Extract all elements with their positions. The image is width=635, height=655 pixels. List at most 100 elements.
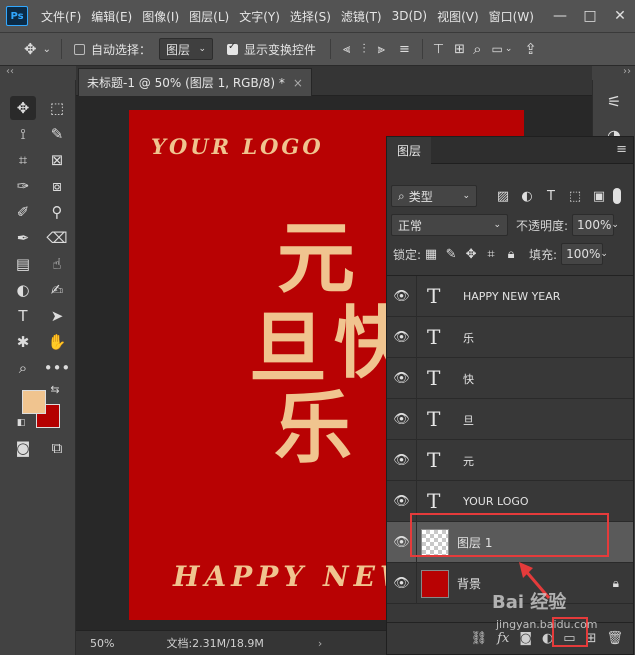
auto-select-checkbox[interactable] — [73, 43, 85, 55]
distribute-icon[interactable]: ≡ — [399, 42, 410, 57]
fx-icon[interactable]: fx — [497, 631, 509, 646]
visibility-eye-icon[interactable]: 👁︎ — [387, 563, 417, 604]
align-center-icon[interactable]: ⫶ — [362, 42, 365, 57]
swap-colors-icon[interactable]: ⇆ — [48, 382, 62, 396]
menu-type[interactable]: 文字(Y) — [234, 8, 285, 25]
trash-icon[interactable]: 🗑︎ — [606, 631, 623, 646]
path-select-icon[interactable]: ➤ — [44, 304, 70, 328]
layer-row-yuan[interactable]: 👁︎ T 元 — [387, 440, 633, 481]
restore-button[interactable]: □ — [575, 8, 605, 24]
type-tool-icon[interactable]: T — [10, 304, 36, 328]
lock-pixels-icon[interactable]: ✎ — [441, 247, 461, 262]
close-button[interactable]: ✕ — [605, 8, 635, 24]
document-tab[interactable]: 未标题-1 @ 50% (图层 1, RGB/8) * × — [78, 68, 312, 96]
text-layer-icon: T — [427, 489, 441, 513]
lock-artboard-icon[interactable]: ⌗ — [481, 247, 501, 262]
lock-transparency-icon[interactable]: ▦ — [421, 247, 441, 262]
smudge-tool-icon[interactable]: ☝ — [44, 252, 70, 276]
search-icon[interactable]: ⌕ — [473, 40, 481, 58]
right-panel-collapse[interactable]: ›› — [592, 66, 635, 80]
workspace-icon[interactable]: ▭ — [491, 42, 502, 56]
layer-list: 👁︎ T HAPPY NEW YEAR 👁︎ T 乐 👁︎ T 快 👁︎ T 旦… — [387, 275, 633, 616]
link-layers-icon[interactable]: ⛓ — [471, 631, 488, 646]
shape-tool-icon[interactable]: ✱ — [10, 330, 36, 354]
add-mask-icon[interactable]: ◙ — [519, 631, 532, 646]
align-left-icon[interactable]: ⫷ — [343, 42, 350, 57]
show-transform-checkbox[interactable] — [226, 41, 238, 55]
menu-image[interactable]: 图像(I) — [137, 8, 184, 25]
type-filter-icon[interactable]: T — [539, 189, 563, 204]
default-colors-icon[interactable]: ◧ — [14, 416, 28, 430]
hand-tool-icon[interactable]: ✋ — [44, 330, 70, 354]
layer-row-happy-new-year[interactable]: 👁︎ T HAPPY NEW YEAR — [387, 276, 633, 317]
lasso-tool-icon[interactable]: ⟟ — [10, 122, 36, 146]
lock-all-icon[interactable]: 🔒︎ — [501, 247, 521, 262]
zoom-tool-icon[interactable]: ⌕ — [10, 356, 36, 380]
eyedropper-icon[interactable]: ✑ — [10, 174, 36, 198]
menu-select[interactable]: 选择(S) — [285, 8, 336, 25]
frame-tool-icon[interactable]: ⊠ — [44, 148, 70, 172]
align-top-icon[interactable]: ⊤ — [433, 42, 444, 57]
panel-menu-icon[interactable]: ≡ — [616, 142, 627, 157]
filter-toggle[interactable] — [613, 188, 621, 204]
healing-brush-icon[interactable]: ⧇ — [44, 174, 70, 198]
move-tool-icon[interactable]: ✥ — [24, 40, 37, 58]
zoom-level[interactable]: 50% — [90, 637, 114, 650]
quick-mask-icon[interactable]: ◙ — [10, 436, 36, 460]
eraser-tool-icon[interactable]: ⌫ — [44, 226, 70, 250]
visibility-eye-icon[interactable]: 👁︎ — [387, 358, 417, 399]
auto-select-target-dropdown[interactable]: 图层 ⌄ — [158, 38, 213, 60]
lock-position-icon[interactable]: ✥ — [461, 247, 481, 262]
layer-row-dan[interactable]: 👁︎ T 旦 — [387, 399, 633, 440]
dodge-tool-icon[interactable]: ◐ — [10, 278, 36, 302]
visibility-eye-icon[interactable]: 👁︎ — [387, 276, 417, 317]
chevron-down-icon: ⌄ — [611, 220, 619, 230]
layer-row-kuai[interactable]: 👁︎ T 快 — [387, 358, 633, 399]
blend-mode-dropdown[interactable]: 正常 ⌄ — [391, 214, 508, 236]
minimize-button[interactable]: — — [545, 8, 575, 24]
screen-mode-icon[interactable]: ⧉ — [44, 436, 70, 460]
smart-object-filter-icon[interactable]: ▣ — [587, 189, 611, 204]
move-tool-icon[interactable]: ✥ — [10, 96, 36, 120]
layer-row-le[interactable]: 👁︎ T 乐 — [387, 317, 633, 358]
menu-filter[interactable]: 滤镜(T) — [336, 8, 387, 25]
menu-window[interactable]: 窗口(W) — [484, 8, 539, 25]
align-middle-icon[interactable]: ⊞ — [454, 42, 465, 57]
annotation-highlight-layer — [410, 513, 609, 557]
shape-filter-icon[interactable]: ⬚ — [563, 189, 587, 204]
share-icon[interactable]: ⇪ — [524, 40, 537, 58]
toolbar-collapse[interactable]: ‹‹ — [0, 66, 76, 80]
history-brush-icon[interactable]: ✒ — [10, 226, 36, 250]
marquee-tool-icon[interactable]: ⬚ — [44, 96, 70, 120]
foreground-color-swatch[interactable] — [22, 390, 46, 414]
visibility-eye-icon[interactable]: 👁︎ — [387, 317, 417, 358]
menu-view[interactable]: 视图(V) — [432, 8, 484, 25]
chevron-down-icon[interactable]: ⌄ — [505, 44, 513, 54]
align-right-icon[interactable]: ⫸ — [378, 42, 385, 57]
brush-tool-icon[interactable]: ✐ — [10, 200, 36, 224]
visibility-eye-icon[interactable]: 👁︎ — [387, 440, 417, 481]
chevron-down-icon[interactable]: ⌄ — [43, 44, 51, 55]
fill-field[interactable]: 100% ⌄ — [561, 243, 608, 265]
gradient-tool-icon[interactable]: ▤ — [10, 252, 36, 276]
stamp-tool-icon[interactable]: ⚲ — [44, 200, 70, 224]
menu-layer[interactable]: 图层(L) — [184, 8, 234, 25]
more-tools-icon[interactable]: ••• — [44, 356, 71, 380]
quick-select-icon[interactable]: ✎ — [44, 122, 70, 146]
crop-tool-icon[interactable]: ⌗ — [10, 148, 36, 172]
status-arrow-icon[interactable]: › — [318, 637, 322, 650]
tab-layers[interactable]: 图层 — [387, 137, 432, 164]
visibility-eye-icon[interactable]: 👁︎ — [387, 399, 417, 440]
options-bar: ✥ ⌄ 自动选择： 图层 ⌄ 显示变换控件 ⫷ ⫶ ⫸ ≡ ⊤ ⊞ ⌕ ▭ ⌄ … — [0, 32, 635, 66]
layer-kind-filter[interactable]: ⌕ 类型 ⌄ — [391, 185, 477, 207]
properties-icon[interactable]: ⚟ — [601, 88, 627, 114]
adjustment-filter-icon[interactable]: ◐ — [515, 189, 539, 204]
menu-3d[interactable]: 3D(D) — [387, 9, 432, 23]
menu-edit[interactable]: 编辑(E) — [86, 8, 137, 25]
menu-file[interactable]: 文件(F) — [36, 8, 86, 25]
pixel-filter-icon[interactable]: ▨ — [491, 189, 515, 204]
close-icon[interactable]: × — [293, 76, 303, 90]
text-layer-icon: T — [427, 325, 441, 349]
opacity-field[interactable]: 100% ⌄ — [572, 214, 619, 236]
pen-tool-icon[interactable]: ✍ — [44, 278, 70, 302]
